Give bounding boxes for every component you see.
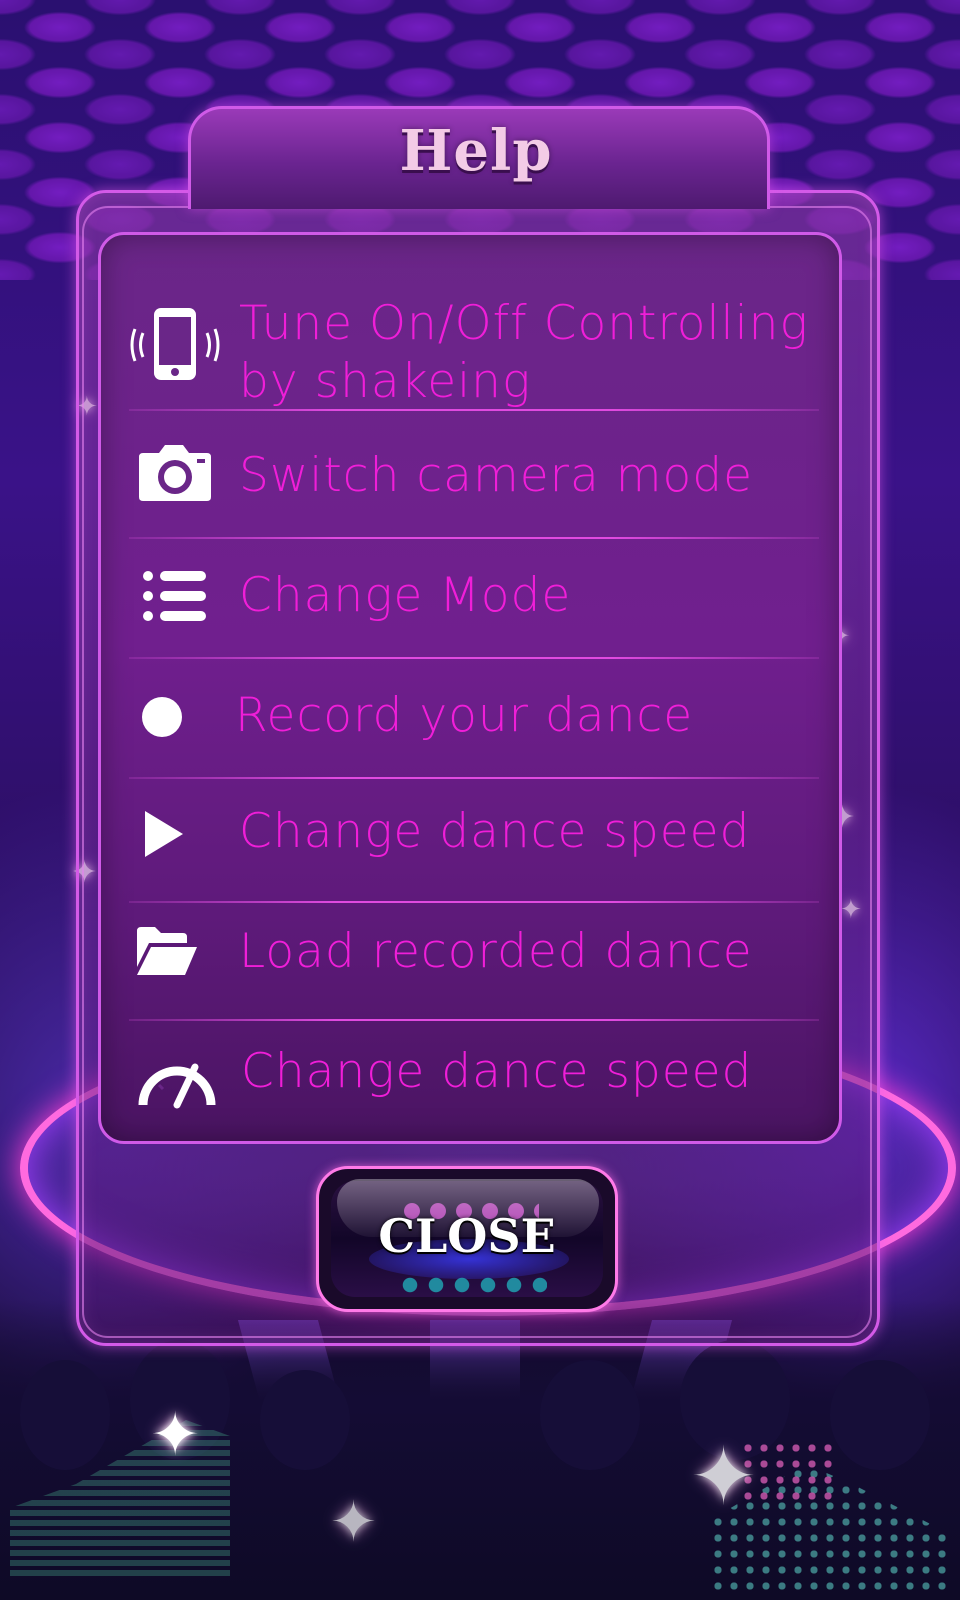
camera-icon (127, 441, 223, 503)
help-item-label: Record your dance (235, 688, 694, 743)
dialog-title: Help (399, 118, 553, 184)
speedometer-icon (127, 1053, 227, 1109)
help-item-label: Tune On/Off Controlling (239, 296, 809, 351)
list-icon (127, 569, 223, 623)
help-item-label: by shakeing (239, 354, 532, 409)
help-item-load: Load recorded dance (101, 903, 839, 1019)
help-item-speed: Change dance speed (101, 779, 839, 901)
folder-open-icon (127, 925, 207, 977)
help-item-label: Load recorded dance (239, 924, 753, 979)
help-item-speedometer: Change dance speed (101, 1021, 839, 1139)
help-item-label: Change dance speed (239, 804, 751, 859)
help-item-record: Record your dance (101, 659, 839, 779)
help-item-camera: Switch camera mode (101, 411, 839, 539)
close-button-label: CLOSE (378, 1209, 556, 1263)
help-item-shake: Tune On/Off Controlling by shakeing (101, 265, 839, 415)
play-icon (127, 809, 199, 859)
help-item-label: Change dance speed (241, 1044, 753, 1099)
record-icon (127, 695, 197, 739)
help-list: Tune On/Off Controlling by shakeing Swit… (98, 232, 842, 1144)
help-item-label: Change Mode (239, 568, 572, 623)
equalizer-dots (740, 1440, 840, 1500)
close-button[interactable]: CLOSE (316, 1166, 618, 1312)
shake-phone-icon (127, 305, 223, 385)
help-item-mode: Change Mode (101, 539, 839, 657)
help-item-label: Switch camera mode (239, 448, 754, 503)
